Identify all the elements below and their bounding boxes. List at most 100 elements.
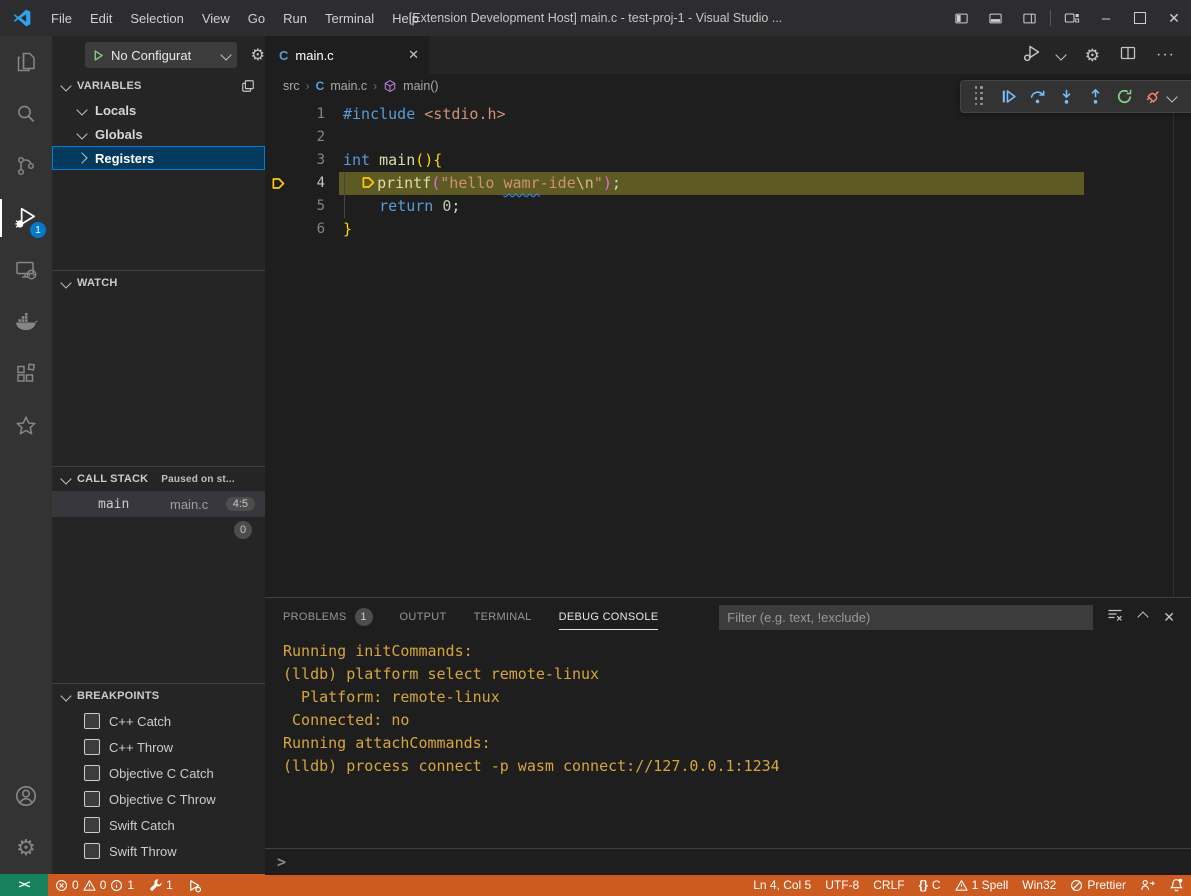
customize-layout-icon[interactable] — [1055, 0, 1089, 36]
split-editor-icon[interactable] — [1120, 45, 1136, 66]
encoding-indicator[interactable]: UTF-8 — [818, 874, 866, 896]
breakpoint-gutter[interactable] — [265, 126, 291, 149]
debug-settings-gear-icon[interactable]: ⚙ — [251, 45, 265, 65]
disconnect-icon[interactable] — [1139, 82, 1168, 111]
remote-indicator[interactable]: >< — [0, 874, 48, 896]
line-content[interactable]: return 0; — [325, 195, 460, 218]
docker-icon[interactable] — [0, 296, 52, 348]
panel-tab-terminal[interactable]: TERMINAL — [474, 598, 532, 636]
clear-console-icon[interactable] — [1107, 607, 1123, 628]
line-content[interactable]: int main(){ — [325, 149, 442, 172]
panel-tab-output[interactable]: OUTPUT — [400, 598, 447, 636]
code-editor[interactable]: 1#include <stdio.h>23int main(){4 printf… — [265, 98, 1191, 597]
menu-selection[interactable]: Selection — [121, 11, 192, 26]
run-and-debug-icon[interactable]: 1 — [0, 192, 52, 244]
menu-view[interactable]: View — [193, 11, 239, 26]
tools-status[interactable]: 1 — [141, 874, 180, 896]
minimize-button[interactable]: – — [1089, 0, 1123, 36]
search-icon[interactable] — [0, 88, 52, 140]
call-stack-section-header[interactable]: CALL STACK Paused on st... — [52, 466, 265, 491]
code-line-3[interactable]: 3int main(){ — [265, 149, 1191, 172]
remote-explorer-icon[interactable] — [0, 244, 52, 296]
menu-go[interactable]: Go — [239, 11, 274, 26]
debug-config-dropdown[interactable]: No Configurat — [85, 42, 237, 68]
step-out-icon[interactable] — [1081, 82, 1110, 111]
paused-arrow-icon[interactable] — [265, 172, 291, 195]
source-control-icon[interactable] — [0, 140, 52, 192]
line-content[interactable]: } — [325, 218, 352, 241]
checkbox-unchecked[interactable] — [84, 713, 100, 729]
breakpoint-item-objective-c-catch[interactable]: Objective C Catch — [52, 760, 265, 786]
restart-icon[interactable] — [1110, 82, 1139, 111]
chevron-down-icon[interactable] — [1055, 49, 1066, 60]
checkbox-unchecked[interactable] — [84, 817, 100, 833]
extensions-icon[interactable] — [0, 348, 52, 400]
checkbox-unchecked[interactable] — [84, 765, 100, 781]
console-filter-input[interactable] — [719, 605, 1093, 630]
toggle-sidebar-icon[interactable] — [944, 0, 978, 36]
tab-main-c[interactable]: C main.c ✕ — [265, 36, 429, 74]
watch-section-header[interactable]: WATCH — [52, 270, 265, 295]
eol-indicator[interactable]: CRLF — [866, 874, 911, 896]
problems-status[interactable]: 0 0 1 — [48, 874, 141, 896]
cursor-position[interactable]: Ln 4, Col 5 — [746, 874, 818, 896]
spell-checker-status[interactable]: 1 Spell — [948, 874, 1016, 896]
checkbox-unchecked[interactable] — [84, 843, 100, 859]
toggle-panel-icon[interactable] — [978, 0, 1012, 36]
line-content[interactable] — [325, 126, 343, 149]
maximize-button[interactable] — [1123, 0, 1157, 36]
favorites-star-icon[interactable] — [0, 400, 52, 452]
debug-status[interactable] — [180, 874, 209, 896]
notifications-bell-icon[interactable] — [1162, 874, 1191, 896]
checkbox-unchecked[interactable] — [84, 791, 100, 807]
breadcrumb-file[interactable]: main.c — [330, 79, 367, 93]
code-line-2[interactable]: 2 — [265, 126, 1191, 149]
toggle-secondary-sidebar-icon[interactable] — [1012, 0, 1046, 36]
variables-section-header[interactable]: VARIABLES — [52, 74, 265, 98]
chevron-down-icon[interactable] — [1166, 91, 1177, 102]
maximize-panel-icon[interactable] — [1138, 611, 1149, 622]
line-content[interactable]: printf("hello wamr-ide\n"); — [325, 172, 621, 195]
menu-file[interactable]: File — [42, 11, 81, 26]
breakpoint-item-swift-catch[interactable]: Swift Catch — [52, 812, 265, 838]
breakpoint-item-c-throw[interactable]: C++ Throw — [52, 734, 265, 760]
breakpoint-gutter[interactable] — [265, 149, 291, 172]
language-mode[interactable]: {} C — [912, 874, 948, 896]
account-icon[interactable] — [0, 770, 52, 822]
platform-indicator[interactable]: Win32 — [1015, 874, 1063, 896]
variables-item-locals[interactable]: Locals — [52, 98, 265, 122]
editor-settings-gear-icon[interactable]: ⚙ — [1085, 47, 1100, 64]
breadcrumb-symbol[interactable]: main() — [403, 79, 438, 93]
close-panel-icon[interactable]: ✕ — [1163, 609, 1175, 626]
breakpoints-section-header[interactable]: BREAKPOINTS — [52, 683, 265, 708]
checkbox-unchecked[interactable] — [84, 739, 100, 755]
close-window-button[interactable]: ✕ — [1157, 0, 1191, 36]
continue-icon[interactable] — [994, 82, 1023, 111]
drag-handle-icon[interactable] — [965, 82, 994, 111]
breakpoint-item-c-catch[interactable]: C++ Catch — [52, 708, 265, 734]
breakpoint-gutter[interactable] — [265, 103, 291, 126]
menu-terminal[interactable]: Terminal — [316, 11, 383, 26]
start-debug-icon[interactable] — [92, 49, 105, 62]
explorer-icon[interactable] — [0, 36, 52, 88]
code-line-5[interactable]: 5 return 0; — [265, 195, 1191, 218]
panel-tab-problems[interactable]: PROBLEMS1 — [283, 598, 373, 636]
feedback-icon[interactable] — [1133, 874, 1162, 896]
variables-item-registers[interactable]: Registers — [52, 146, 265, 170]
menu-edit[interactable]: Edit — [81, 11, 121, 26]
breakpoint-gutter[interactable] — [265, 218, 291, 241]
call-stack-frame[interactable]: mainmain.c4:5 — [52, 491, 265, 517]
variables-item-globals[interactable]: Globals — [52, 122, 265, 146]
line-content[interactable]: #include <stdio.h> — [325, 103, 506, 126]
breakpoint-item-objective-c-throw[interactable]: Objective C Throw — [52, 786, 265, 812]
step-into-icon[interactable] — [1052, 82, 1081, 111]
settings-gear-icon[interactable]: ⚙ — [0, 822, 52, 874]
panel-tab-debug-console[interactable]: DEBUG CONSOLE — [559, 598, 659, 636]
breadcrumb-folder[interactable]: src — [283, 79, 300, 93]
copy-value-icon[interactable] — [241, 79, 255, 93]
breakpoint-item-swift-throw[interactable]: Swift Throw — [52, 838, 265, 864]
step-over-icon[interactable] — [1023, 82, 1052, 111]
more-actions-icon[interactable]: ··· — [1156, 46, 1175, 64]
code-line-6[interactable]: 6} — [265, 218, 1191, 241]
close-tab-icon[interactable]: ✕ — [408, 47, 419, 63]
